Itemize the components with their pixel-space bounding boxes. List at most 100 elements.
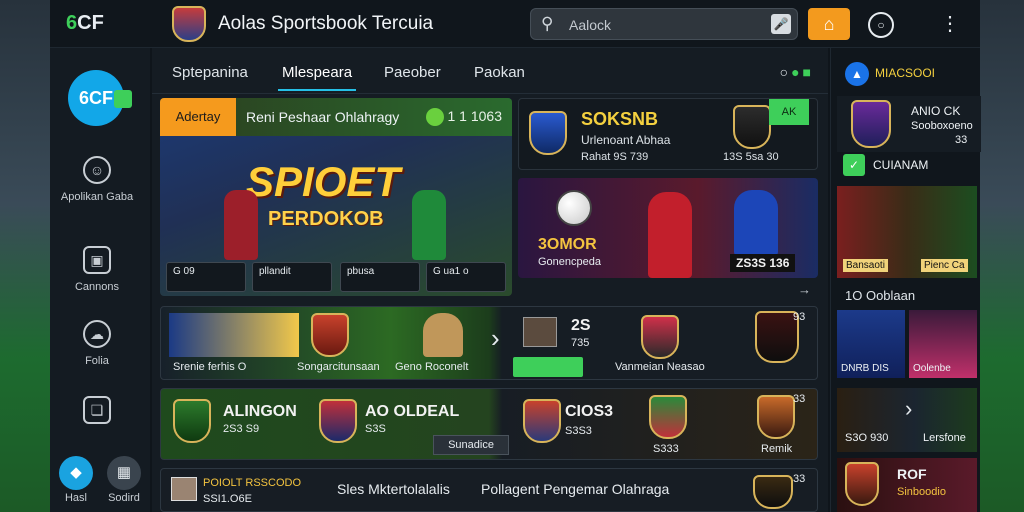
team-shield-icon [851,100,891,148]
player-figure [412,190,446,260]
rail-item-apolikan[interactable]: ☺ Apolikan Gaba [58,156,136,204]
promo-number: 93 [793,311,806,323]
hero-option-button[interactable]: pllandit [252,262,332,292]
hero-option-button[interactable]: G ua1 o [426,262,506,292]
league-sub: 2S3 S9 [223,423,260,435]
hero-banner[interactable]: Adertay Reni Peshaar Ohlahragy 1 1 1063 … [160,98,512,296]
featured-match-card[interactable]: 3OMOR Gonencpeda ZS3S 136 [518,178,818,278]
bar-title: ROF [897,466,927,482]
right-panel-section-title: 1O Ooblaan [845,288,916,303]
hero-option-button[interactable]: pbusa [340,262,420,292]
tab-bar: Sptepanina Mlespeara Paeober Paokan ○●■ [152,48,828,94]
player-tile[interactable]: Oolenbe [909,310,977,378]
team-sub: S3S3 [565,425,592,437]
chevron-right-icon[interactable]: › [905,396,912,422]
rail-bottom-sodird[interactable]: ▦ Sodird [104,456,144,504]
player-tile[interactable]: DNRB DIS [837,310,905,378]
main-content: Sptepanina Mlespeara Paeober Paokan ○●■ … [152,48,828,512]
tab-paeober[interactable]: Paeober [384,64,441,81]
bar-sub: Sinboodio [897,486,946,498]
team-shield-icon [757,395,795,439]
bottom-number: 33 [793,473,806,485]
grid-icon: ▦ [107,456,141,490]
team-card[interactable]: ANIO CK Sooboxoeno 33 [837,96,981,152]
tab-mlespeara[interactable]: Mlespeara [277,64,357,91]
check-icon: ✓ [843,154,865,176]
rail-bottom-hasl[interactable]: ◆ Hasl [56,456,96,504]
hero-header-title: Reni Peshaar Ohlahragy [246,109,400,125]
match-code: ZS3S 136 [730,254,796,272]
toggle-icon[interactable]: ● [791,64,802,80]
tab-paokan[interactable]: Paokan [474,64,525,81]
chevron-right-icon[interactable]: › [491,323,500,354]
tab-sptepanina[interactable]: Sptepanina [172,64,248,81]
right-panel-bar[interactable]: ROF Sinboodio [837,458,977,512]
player-figure [734,190,778,256]
right-panel-bar[interactable]: S3O 930 Lersfone › [837,388,977,452]
league-title: AO OLDEAL [365,403,460,420]
team-shield-icon [649,395,687,439]
rail-item-cannons[interactable]: ▣ Cannons [58,246,136,294]
home-button[interactable]: ⌂ [808,8,850,40]
team-shield-icon [311,313,349,357]
bottom-label-sub: SSI1.O6E [203,493,252,505]
mic-icon[interactable]: 🎤 [771,14,791,34]
tab-tools: ○●■ [780,64,814,80]
hero-tag[interactable]: Adertay [160,98,236,136]
photo-caption: Pienc Ca [921,259,968,272]
league-button[interactable]: Sunadice [433,435,509,455]
right-panel-row[interactable]: ✓ CUIANAM [841,152,973,178]
rail-bottom-label: Sodird [108,492,140,504]
match-card[interactable]: SOKSNB Urlenoant Abhaa Rahat 9S 739 13S … [518,98,818,170]
team-shield-icon [173,399,211,443]
bookmark-icon: ❏ [83,396,111,424]
rail-item-folia[interactable]: ☁ Folia [58,320,136,368]
trophy-icon [753,475,793,509]
match-meta: 13S 5sa 30 [723,151,779,163]
hero-title: SPIOET [246,158,401,205]
live-badge[interactable]: AK [769,99,809,125]
clock-button[interactable]: ○ [868,12,894,38]
team-shield-icon [319,399,357,443]
app-logo-text: CF [77,12,104,34]
rail-logo[interactable]: 6CF [68,70,132,126]
diamond-icon: ◆ [59,456,93,490]
match-meta: Rahat 9S 739 [581,151,649,163]
league-number: 33 [793,393,806,405]
player-figure [648,192,692,278]
league-row[interactable]: ALINGON 2S3 S9 AO OLDEAL S3S Sunadice CI… [160,388,818,460]
bottom-label: POIOLT RSSCODO [203,477,302,489]
page-title: Aolas Sportsbook Tercuia [218,13,434,34]
hero-option-button[interactable]: G 09 [166,262,246,292]
home-icon: ⌂ [823,14,835,34]
more-menu-button[interactable]: ⋮ [940,10,960,38]
next-arrow-icon[interactable]: → [798,282,811,297]
right-panel: ▲ MIACSOOI ANIO CK Sooboxoeno 33 ✓ CUIAN… [830,48,981,512]
right-panel-row-label: CUIANAM [873,158,929,172]
circle-icon[interactable]: ○ [780,64,791,80]
match-title: 3OMOR [538,236,597,253]
player-figure [423,313,463,357]
app-logo[interactable]: 6CF [66,12,104,35]
football-icon [556,190,592,226]
player-photo-card[interactable]: Bansaoti Pienc Ca [837,186,977,278]
trophy-shield-icon [845,462,879,506]
league-sub: S3S [365,423,386,435]
promo-cta[interactable] [513,357,583,377]
bottom-row[interactable]: POIOLT RSSCODO SSI1.O6E Sles Mktertolala… [160,468,818,512]
search-bar[interactable]: ⚲ Aalock 🎤 [530,8,798,40]
bottom-label: Sles Mktertolalalis [337,481,450,497]
bar-label: Lersfone [923,432,966,444]
team-shield-icon [523,399,561,443]
promo-row[interactable]: Srenie ferhis O Songarcitunsaan Geno Roc… [160,306,818,380]
team-shield-icon [641,315,679,359]
rail-item-bookmark[interactable]: ❏ [58,396,136,430]
search-icon: ⚲ [541,14,554,33]
more-icon: ⋮ [940,13,960,35]
team-number: 33 [955,134,968,146]
hero-subtitle: PERDOKOB [268,208,384,230]
group-icon[interactable]: ■ [803,64,814,80]
avatar [523,317,557,347]
search-input[interactable]: Aalock [569,17,611,33]
rail-item-label: Cannons [74,281,120,293]
